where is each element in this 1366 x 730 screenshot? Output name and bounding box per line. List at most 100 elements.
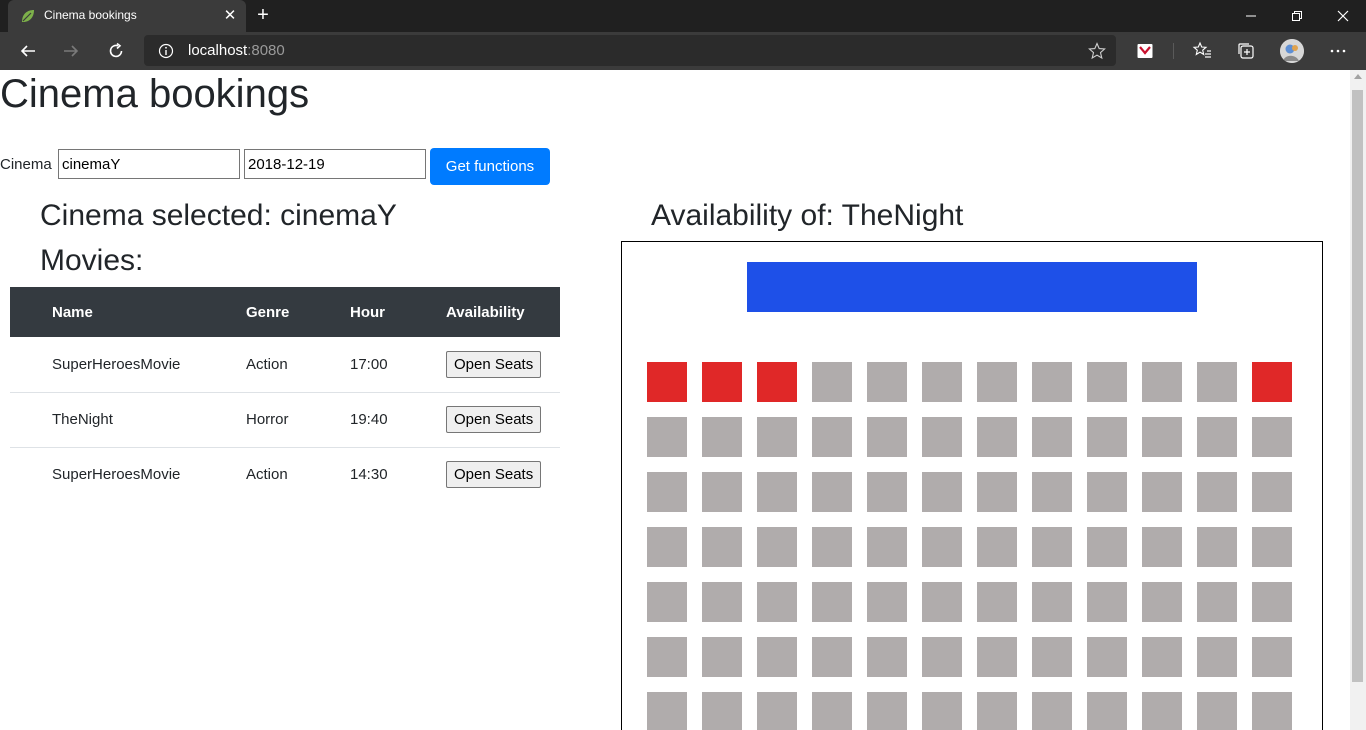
seat-available[interactable] — [1087, 692, 1127, 730]
seat-available[interactable] — [757, 582, 797, 622]
seat-available[interactable] — [977, 527, 1017, 567]
seat-available[interactable] — [867, 527, 907, 567]
collections-icon[interactable] — [1236, 41, 1256, 61]
extension-icon[interactable] — [1135, 41, 1155, 61]
seat-available[interactable] — [977, 582, 1017, 622]
seat-available[interactable] — [1197, 582, 1237, 622]
seat-available[interactable] — [1252, 527, 1292, 567]
seat-available[interactable] — [922, 417, 962, 457]
seat-available[interactable] — [1197, 637, 1237, 677]
new-tab-icon[interactable]: + — [252, 4, 274, 28]
seat-available[interactable] — [812, 582, 852, 622]
vertical-scrollbar[interactable] — [1350, 70, 1366, 730]
star-icon[interactable] — [1088, 42, 1106, 60]
seat-available[interactable] — [1252, 417, 1292, 457]
seat-available[interactable] — [647, 417, 687, 457]
open-seats-button[interactable]: Open Seats — [446, 350, 542, 378]
seat-available[interactable] — [702, 637, 742, 677]
seat-available[interactable] — [812, 362, 852, 402]
seat-available[interactable] — [812, 637, 852, 677]
more-options-icon[interactable] — [1328, 41, 1348, 61]
seat-available[interactable] — [702, 417, 742, 457]
seat-available[interactable] — [757, 527, 797, 567]
get-functions-button[interactable]: Get functions — [430, 148, 550, 185]
seat-taken[interactable] — [647, 362, 687, 402]
seat-available[interactable] — [1142, 362, 1182, 402]
seat-available[interactable] — [1032, 472, 1072, 512]
seat-available[interactable] — [867, 692, 907, 730]
seat-available[interactable] — [812, 527, 852, 567]
seat-available[interactable] — [977, 472, 1017, 512]
seat-available[interactable] — [867, 362, 907, 402]
seat-available[interactable] — [1142, 637, 1182, 677]
seat-available[interactable] — [867, 637, 907, 677]
scroll-up-arrow-icon[interactable] — [1354, 74, 1362, 79]
seat-available[interactable] — [647, 472, 687, 512]
seat-available[interactable] — [1197, 527, 1237, 567]
seat-available[interactable] — [702, 582, 742, 622]
seat-available[interactable] — [1197, 417, 1237, 457]
scrollbar-thumb[interactable] — [1352, 90, 1363, 682]
seat-available[interactable] — [1032, 582, 1072, 622]
seat-available[interactable] — [1142, 472, 1182, 512]
seat-available[interactable] — [812, 417, 852, 457]
seat-available[interactable] — [647, 637, 687, 677]
address-bar[interactable]: localhost:8080 — [144, 35, 1116, 66]
seat-available[interactable] — [867, 417, 907, 457]
seat-available[interactable] — [702, 692, 742, 730]
seat-available[interactable] — [702, 527, 742, 567]
seat-available[interactable] — [757, 637, 797, 677]
seat-available[interactable] — [1142, 417, 1182, 457]
open-seats-button[interactable]: Open Seats — [446, 406, 542, 433]
info-icon[interactable] — [158, 43, 174, 59]
seat-available[interactable] — [1197, 362, 1237, 402]
seat-available[interactable] — [922, 472, 962, 512]
seat-available[interactable] — [1032, 692, 1072, 730]
seat-available[interactable] — [922, 362, 962, 402]
favorites-icon[interactable] — [1192, 41, 1212, 61]
seat-available[interactable] — [922, 692, 962, 730]
seat-available[interactable] — [1087, 417, 1127, 457]
seat-available[interactable] — [757, 417, 797, 457]
seat-available[interactable] — [1087, 362, 1127, 402]
seat-available[interactable] — [1142, 527, 1182, 567]
seat-available[interactable] — [1032, 637, 1072, 677]
seat-available[interactable] — [1197, 692, 1237, 730]
seat-available[interactable] — [1252, 472, 1292, 512]
seat-available[interactable] — [1142, 692, 1182, 730]
seat-available[interactable] — [647, 582, 687, 622]
seat-available[interactable] — [1087, 637, 1127, 677]
open-seats-button[interactable]: Open Seats — [446, 461, 542, 489]
close-tab-icon[interactable]: ✕ — [222, 6, 238, 26]
minimize-icon[interactable] — [1228, 0, 1274, 32]
forward-icon[interactable] — [60, 40, 82, 62]
seat-available[interactable] — [867, 472, 907, 512]
seat-available[interactable] — [977, 362, 1017, 402]
seat-available[interactable] — [1252, 582, 1292, 622]
seat-available[interactable] — [1032, 527, 1072, 567]
seat-available[interactable] — [1087, 527, 1127, 567]
date-input[interactable] — [244, 149, 426, 179]
close-window-icon[interactable] — [1320, 0, 1366, 32]
seat-available[interactable] — [1252, 692, 1292, 730]
seat-available[interactable] — [1142, 582, 1182, 622]
seat-available[interactable] — [977, 692, 1017, 730]
seat-available[interactable] — [1252, 637, 1292, 677]
seat-map-canvas[interactable] — [621, 241, 1323, 730]
seat-available[interactable] — [977, 637, 1017, 677]
seat-available[interactable] — [1087, 472, 1127, 512]
cinema-input[interactable] — [58, 149, 240, 179]
seat-taken[interactable] — [1252, 362, 1292, 402]
seat-available[interactable] — [867, 582, 907, 622]
seat-available[interactable] — [1197, 472, 1237, 512]
seat-available[interactable] — [1032, 417, 1072, 457]
seat-available[interactable] — [922, 637, 962, 677]
restore-icon[interactable] — [1274, 0, 1320, 32]
seat-available[interactable] — [1032, 362, 1072, 402]
seat-available[interactable] — [757, 472, 797, 512]
back-icon[interactable] — [17, 40, 39, 62]
seat-available[interactable] — [812, 692, 852, 730]
profile-avatar[interactable] — [1280, 39, 1304, 63]
seat-available[interactable] — [1087, 582, 1127, 622]
seat-available[interactable] — [812, 472, 852, 512]
